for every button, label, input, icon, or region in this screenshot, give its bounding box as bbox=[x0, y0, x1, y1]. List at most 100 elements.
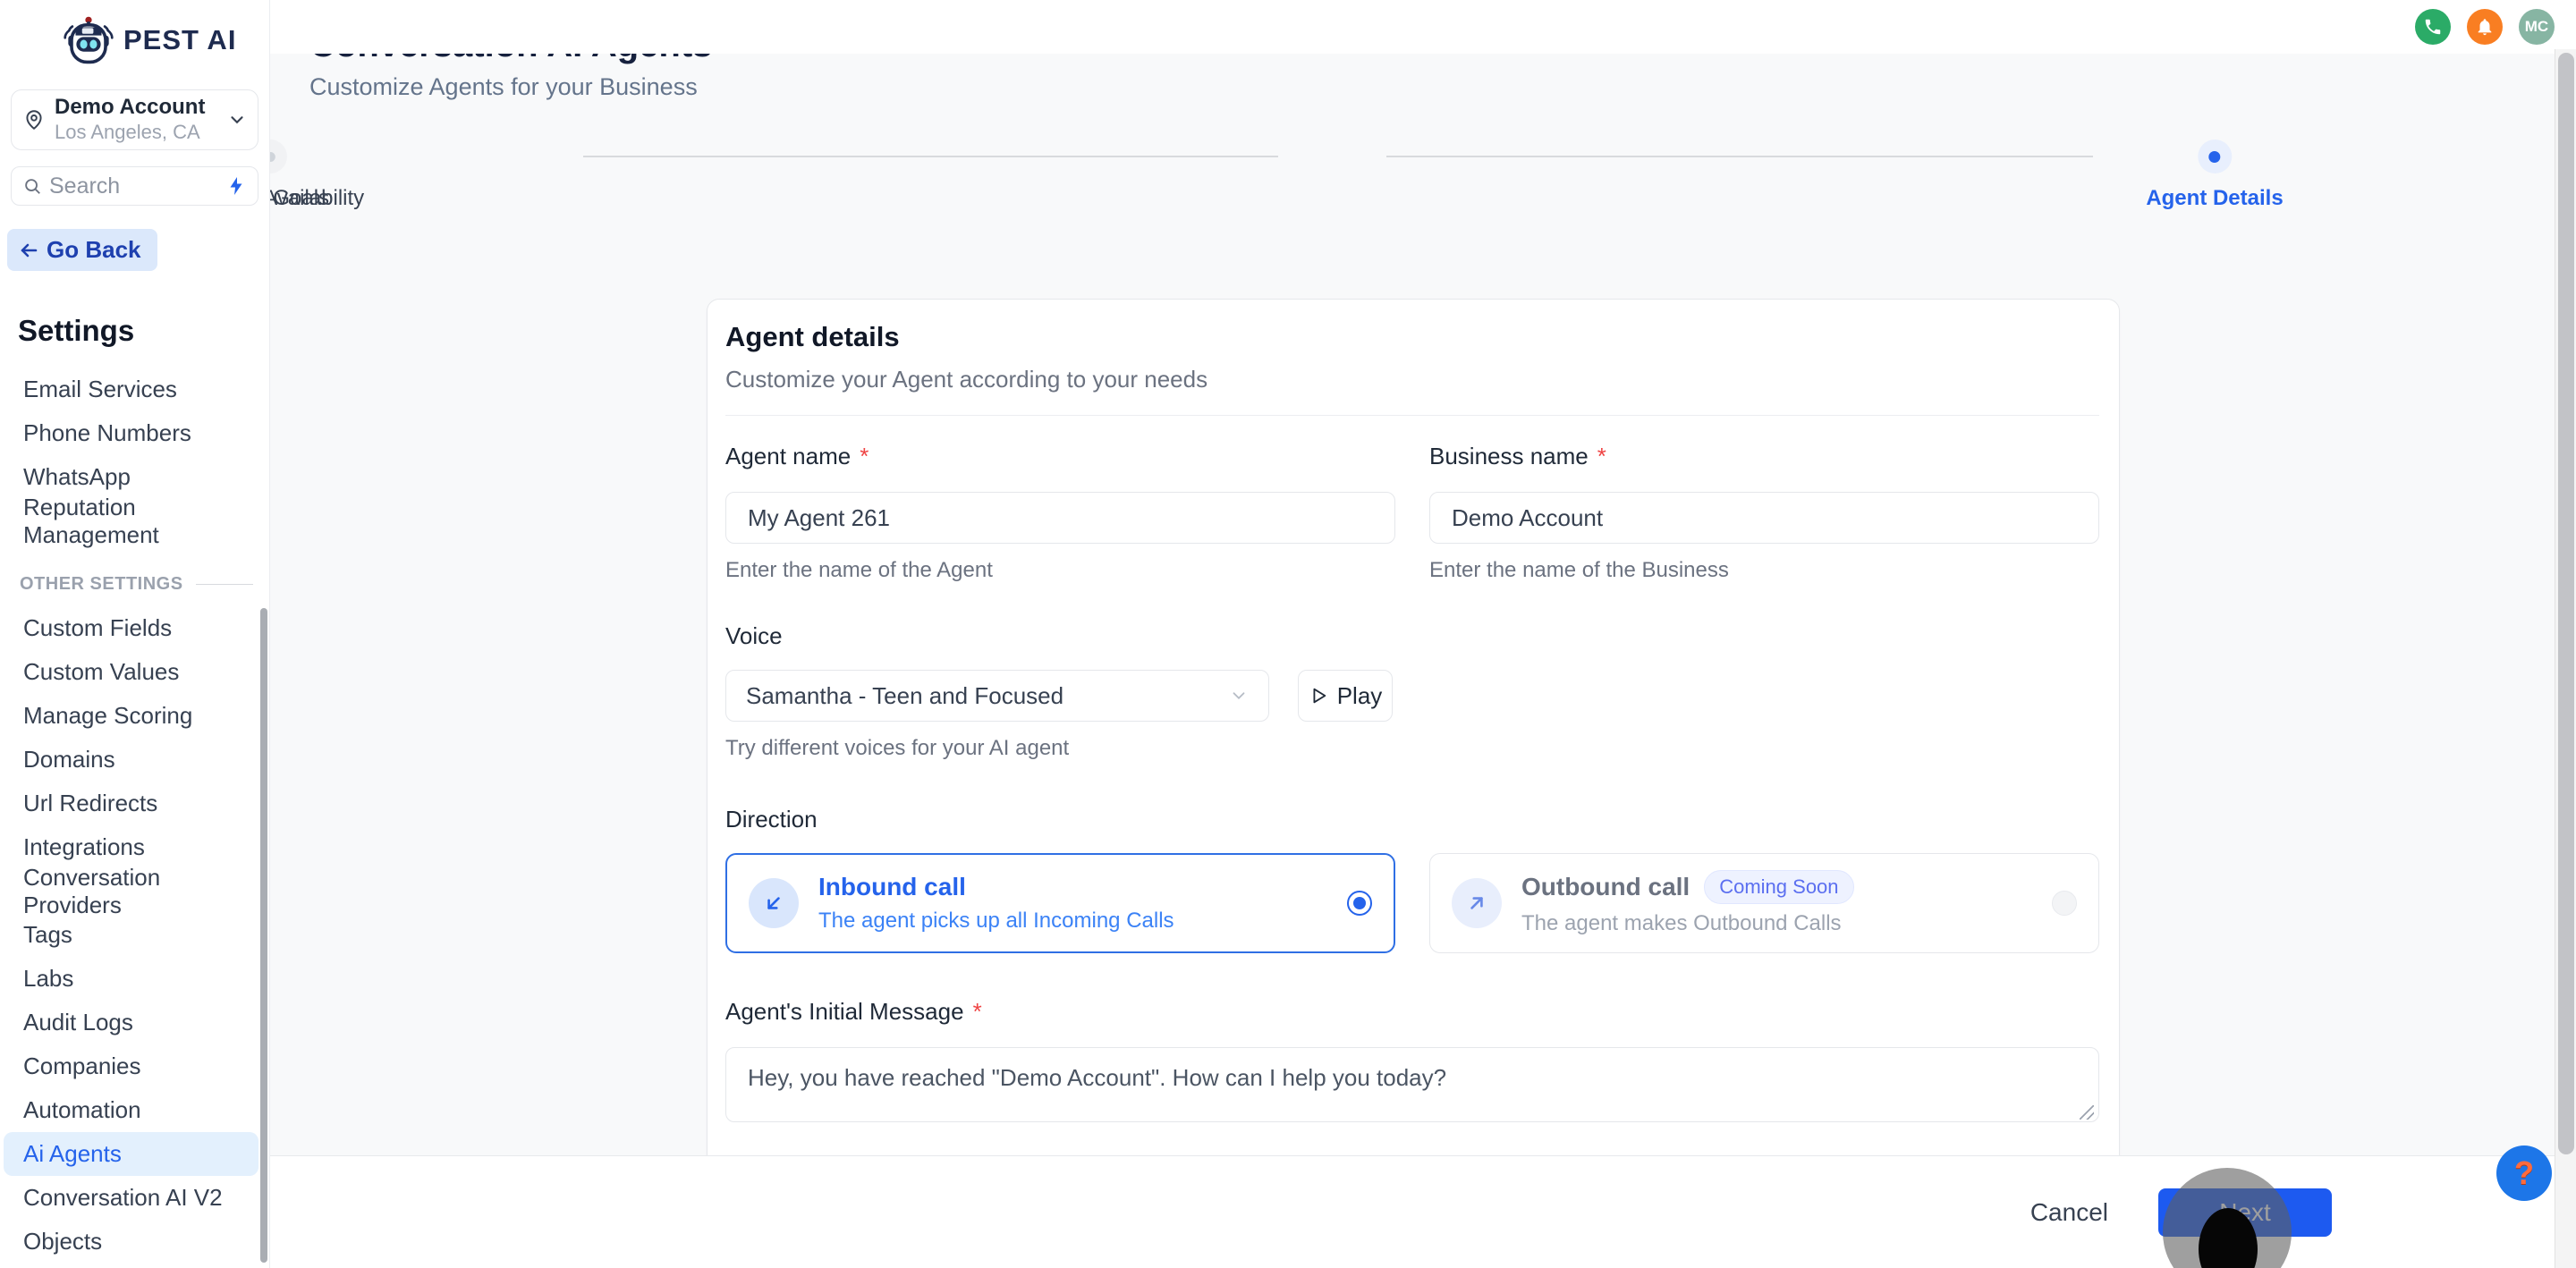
voice-select[interactable]: Samantha - Teen and Focused bbox=[725, 670, 1269, 722]
sidebar-item[interactable]: Objects bbox=[4, 1220, 258, 1264]
sidebar-item[interactable]: Custom Values bbox=[4, 650, 258, 694]
sidebar-item[interactable]: Phone Numbers bbox=[4, 411, 258, 455]
required-asterisk: * bbox=[1597, 443, 1606, 469]
play-icon bbox=[1309, 686, 1328, 706]
business-name-helper: Enter the name of the Business bbox=[1429, 558, 1729, 582]
lightning-bolt-icon[interactable] bbox=[225, 175, 247, 197]
play-voice-button[interactable]: Play bbox=[1298, 670, 1393, 722]
initial-message-field-group: Agent's Initial Message * Hey, you have r… bbox=[725, 998, 2099, 1127]
initial-message-label: Agent's Initial Message * bbox=[725, 998, 982, 1025]
sidebar-item[interactable]: Tags bbox=[4, 913, 258, 957]
card-divider bbox=[725, 415, 2099, 416]
business-name-input[interactable] bbox=[1429, 492, 2099, 544]
logo-wordmark: PEST AI bbox=[123, 24, 237, 55]
inbound-title: Inbound call bbox=[818, 873, 966, 900]
initial-message-textarea[interactable]: Hey, you have reached "Demo Account". Ho… bbox=[725, 1047, 2099, 1122]
top-right-icons: MC bbox=[2415, 9, 2555, 45]
sidebar-item[interactable]: Automation bbox=[4, 1088, 258, 1132]
inbound-description: The agent picks up all Incoming Calls bbox=[818, 909, 1174, 933]
robot-logo-icon bbox=[63, 14, 114, 66]
sidebar-item[interactable]: Conversation Providers bbox=[4, 864, 258, 918]
sidebar-nav-other: Custom Fields Custom Values Manage Scoring… bbox=[0, 606, 269, 1268]
page-subtitle: Customize Agents for your Business bbox=[309, 73, 698, 100]
go-back-label: Go Back bbox=[47, 236, 141, 263]
outbound-call-option[interactable]: Outbound call Coming Soon The agent make… bbox=[1429, 853, 2099, 953]
step-dot-halo bbox=[2198, 139, 2232, 173]
chevron-down-icon bbox=[1229, 686, 1249, 706]
business-name-label: Business name * bbox=[1429, 443, 1606, 469]
step-dot-icon bbox=[2208, 150, 2221, 163]
map-pin-icon bbox=[22, 108, 46, 131]
outbound-title: Outbound call bbox=[1521, 873, 1690, 900]
sidebar-item[interactable]: Labs bbox=[4, 957, 258, 1001]
agent-name-field-group: Agent name* Enter the name of the Agent bbox=[725, 443, 1395, 583]
wizard-stepper: Agent Details Agent Goals Phone & Availa… bbox=[270, 131, 2576, 220]
sidebar-item[interactable]: Companies bbox=[4, 1044, 258, 1088]
bell-icon bbox=[2475, 17, 2495, 37]
outbound-radio-disabled bbox=[2052, 891, 2077, 916]
sidebar-section-other-settings: OTHER SETTINGS bbox=[0, 562, 269, 606]
phone-icon bbox=[2423, 17, 2443, 37]
cancel-button[interactable]: Cancel bbox=[2030, 1198, 2108, 1227]
account-selector[interactable]: Demo Account Los Angeles, CA bbox=[11, 89, 258, 150]
app-window: PEST AI Demo Account Los Angeles, CA Sea… bbox=[0, 0, 2576, 1268]
go-back-button[interactable]: Go Back bbox=[7, 229, 157, 271]
section-divider bbox=[195, 584, 253, 585]
voice-select-value: Samantha - Teen and Focused bbox=[746, 681, 1064, 709]
inbound-arrow-icon bbox=[749, 878, 799, 928]
sidebar-item[interactable]: Custom Fields bbox=[4, 606, 258, 650]
sidebar-item[interactable]: Ai Agents bbox=[4, 1132, 258, 1176]
top-header-bar: MC bbox=[270, 0, 2576, 54]
account-texts: Demo Account Los Angeles, CA bbox=[55, 95, 218, 144]
chevron-down-icon bbox=[227, 110, 247, 130]
section-label: OTHER SETTINGS bbox=[20, 574, 183, 594]
outbound-arrow-icon bbox=[1452, 878, 1502, 928]
notifications-button[interactable] bbox=[2467, 9, 2503, 45]
sidebar-scrollbar-thumb[interactable] bbox=[260, 608, 267, 1263]
sidebar-item[interactable]: Conversation AI V2 bbox=[4, 1176, 258, 1220]
stepper-step[interactable]: Agent Details bbox=[2146, 131, 2284, 211]
stepper-connector bbox=[1386, 156, 2093, 157]
sidebar-item[interactable]: Manage Scoring bbox=[4, 694, 258, 738]
sidebar-item[interactable]: Url Redirects bbox=[4, 782, 258, 825]
question-mark-icon: ? bbox=[2514, 1154, 2534, 1191]
user-avatar[interactable]: MC bbox=[2519, 9, 2555, 45]
coming-soon-badge: Coming Soon bbox=[1704, 870, 1854, 904]
next-button[interactable]: Next bbox=[2158, 1188, 2332, 1237]
voice-label: Voice bbox=[725, 622, 783, 649]
card-subtitle: Customize your Agent according to your n… bbox=[725, 366, 1208, 393]
business-name-field-group: Business name* Enter the name of the Bus… bbox=[1429, 443, 2099, 583]
agent-name-input[interactable] bbox=[725, 492, 1395, 544]
agent-name-helper: Enter the name of the Agent bbox=[725, 558, 993, 582]
window-scrollbar-thumb[interactable] bbox=[2558, 53, 2574, 1154]
inbound-call-option[interactable]: Inbound call The agent picks up all Inco… bbox=[725, 853, 1395, 953]
account-name: Demo Account bbox=[55, 95, 206, 120]
sidebar-heading: Settings bbox=[18, 314, 135, 347]
textarea-resize-handle[interactable] bbox=[2080, 1105, 2094, 1120]
agent-details-card: Agent details Customize your Agent accor… bbox=[707, 299, 2120, 1190]
window-scrollbar-track[interactable] bbox=[2555, 49, 2576, 1268]
voice-helper: Try different voices for your AI agent bbox=[725, 736, 1070, 760]
sidebar-item[interactable]: Email Services bbox=[4, 368, 258, 411]
required-asterisk: * bbox=[972, 998, 982, 1025]
sidebar-item[interactable]: Reputation Management bbox=[4, 494, 258, 548]
agent-name-label: Agent name * bbox=[725, 443, 869, 469]
wizard-footer: Cancel Next bbox=[270, 1155, 2576, 1268]
search-icon bbox=[22, 176, 42, 196]
stepper-step[interactable]: Phone & Availability bbox=[270, 131, 364, 211]
search-input[interactable] bbox=[49, 173, 218, 199]
step-dot-icon bbox=[270, 151, 275, 162]
direction-field-group: Direction Inbound call The agent picks u… bbox=[725, 806, 2099, 953]
sidebar-item[interactable]: Audit Logs bbox=[4, 1001, 258, 1044]
inbound-radio-selected[interactable] bbox=[1347, 891, 1372, 916]
sidebar-item[interactable]: Brand Boards bbox=[4, 1264, 258, 1268]
card-title: Agent details bbox=[725, 321, 900, 352]
phone-button[interactable] bbox=[2415, 9, 2451, 45]
outbound-description: The agent makes Outbound Calls bbox=[1521, 911, 1842, 935]
account-location: Los Angeles, CA bbox=[55, 121, 200, 144]
sidebar-item[interactable]: Domains bbox=[4, 738, 258, 782]
sidebar: PEST AI Demo Account Los Angeles, CA Sea… bbox=[0, 0, 270, 1268]
sidebar-nav-top: Email Services Phone Numbers WhatsApp Reput… bbox=[0, 368, 269, 548]
help-button[interactable]: ? bbox=[2496, 1145, 2552, 1201]
app-logo[interactable]: PEST AI bbox=[0, 0, 269, 66]
